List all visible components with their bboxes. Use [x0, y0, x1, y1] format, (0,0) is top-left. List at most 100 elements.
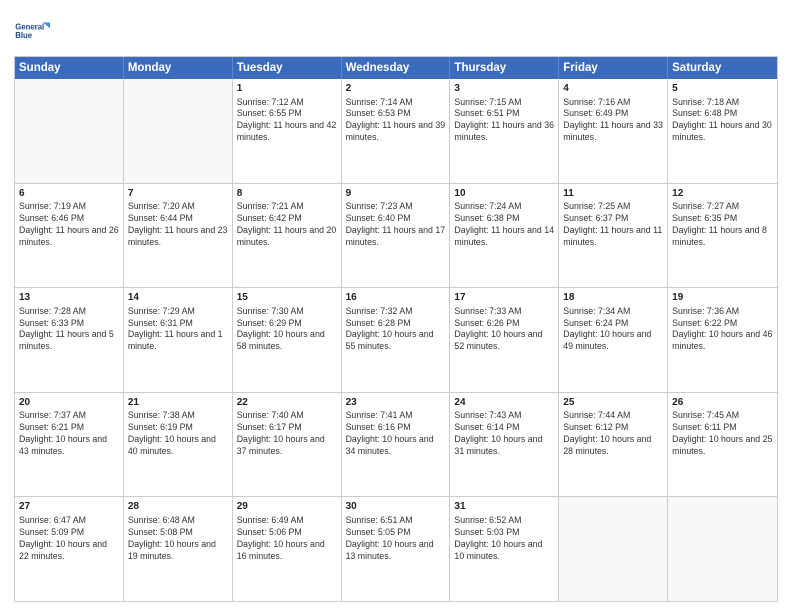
calendar-week-2: 6Sunrise: 7:19 AM Sunset: 6:46 PM Daylig… [15, 184, 777, 289]
day-number: 28 [128, 500, 228, 514]
cell-sun-info: Sunrise: 7:41 AM Sunset: 6:16 PM Dayligh… [346, 410, 446, 458]
empty-cell [559, 497, 668, 601]
calendar-week-3: 13Sunrise: 7:28 AM Sunset: 6:33 PM Dayli… [15, 288, 777, 393]
day-cell-29: 29Sunrise: 6:49 AM Sunset: 5:06 PM Dayli… [233, 497, 342, 601]
day-number: 12 [672, 187, 773, 201]
cell-sun-info: Sunrise: 7:12 AM Sunset: 6:55 PM Dayligh… [237, 97, 337, 145]
day-header-saturday: Saturday [668, 57, 777, 79]
cell-sun-info: Sunrise: 6:49 AM Sunset: 5:06 PM Dayligh… [237, 515, 337, 563]
empty-cell [124, 79, 233, 183]
svg-text:General: General [15, 23, 44, 32]
day-number: 19 [672, 291, 773, 305]
cell-sun-info: Sunrise: 6:52 AM Sunset: 5:03 PM Dayligh… [454, 515, 554, 563]
day-cell-21: 21Sunrise: 7:38 AM Sunset: 6:19 PM Dayli… [124, 393, 233, 497]
day-cell-7: 7Sunrise: 7:20 AM Sunset: 6:44 PM Daylig… [124, 184, 233, 288]
day-cell-3: 3Sunrise: 7:15 AM Sunset: 6:51 PM Daylig… [450, 79, 559, 183]
day-number: 30 [346, 500, 446, 514]
day-cell-14: 14Sunrise: 7:29 AM Sunset: 6:31 PM Dayli… [124, 288, 233, 392]
day-cell-9: 9Sunrise: 7:23 AM Sunset: 6:40 PM Daylig… [342, 184, 451, 288]
day-cell-31: 31Sunrise: 6:52 AM Sunset: 5:03 PM Dayli… [450, 497, 559, 601]
calendar-week-5: 27Sunrise: 6:47 AM Sunset: 5:09 PM Dayli… [15, 497, 777, 601]
day-header-tuesday: Tuesday [233, 57, 342, 79]
cell-sun-info: Sunrise: 7:21 AM Sunset: 6:42 PM Dayligh… [237, 201, 337, 249]
day-header-wednesday: Wednesday [342, 57, 451, 79]
day-cell-8: 8Sunrise: 7:21 AM Sunset: 6:42 PM Daylig… [233, 184, 342, 288]
day-number: 25 [563, 396, 663, 410]
cell-sun-info: Sunrise: 7:16 AM Sunset: 6:49 PM Dayligh… [563, 97, 663, 145]
day-number: 15 [237, 291, 337, 305]
calendar-header-row: SundayMondayTuesdayWednesdayThursdayFrid… [15, 57, 777, 79]
day-number: 26 [672, 396, 773, 410]
cell-sun-info: Sunrise: 7:24 AM Sunset: 6:38 PM Dayligh… [454, 201, 554, 249]
day-number: 2 [346, 82, 446, 96]
cell-sun-info: Sunrise: 6:47 AM Sunset: 5:09 PM Dayligh… [19, 515, 119, 563]
day-cell-15: 15Sunrise: 7:30 AM Sunset: 6:29 PM Dayli… [233, 288, 342, 392]
day-cell-12: 12Sunrise: 7:27 AM Sunset: 6:35 PM Dayli… [668, 184, 777, 288]
day-number: 21 [128, 396, 228, 410]
cell-sun-info: Sunrise: 7:32 AM Sunset: 6:28 PM Dayligh… [346, 306, 446, 354]
day-number: 13 [19, 291, 119, 305]
day-header-friday: Friday [559, 57, 668, 79]
svg-text:Blue: Blue [15, 31, 33, 40]
day-cell-11: 11Sunrise: 7:25 AM Sunset: 6:37 PM Dayli… [559, 184, 668, 288]
day-number: 22 [237, 396, 337, 410]
calendar-body: 1Sunrise: 7:12 AM Sunset: 6:55 PM Daylig… [15, 79, 777, 601]
cell-sun-info: Sunrise: 7:37 AM Sunset: 6:21 PM Dayligh… [19, 410, 119, 458]
day-cell-26: 26Sunrise: 7:45 AM Sunset: 6:11 PM Dayli… [668, 393, 777, 497]
day-number: 20 [19, 396, 119, 410]
calendar: SundayMondayTuesdayWednesdayThursdayFrid… [14, 56, 778, 602]
day-number: 7 [128, 187, 228, 201]
calendar-week-4: 20Sunrise: 7:37 AM Sunset: 6:21 PM Dayli… [15, 393, 777, 498]
day-header-monday: Monday [124, 57, 233, 79]
day-number: 6 [19, 187, 119, 201]
day-cell-28: 28Sunrise: 6:48 AM Sunset: 5:08 PM Dayli… [124, 497, 233, 601]
day-number: 4 [563, 82, 663, 96]
day-cell-4: 4Sunrise: 7:16 AM Sunset: 6:49 PM Daylig… [559, 79, 668, 183]
day-cell-23: 23Sunrise: 7:41 AM Sunset: 6:16 PM Dayli… [342, 393, 451, 497]
cell-sun-info: Sunrise: 7:33 AM Sunset: 6:26 PM Dayligh… [454, 306, 554, 354]
cell-sun-info: Sunrise: 7:40 AM Sunset: 6:17 PM Dayligh… [237, 410, 337, 458]
cell-sun-info: Sunrise: 7:38 AM Sunset: 6:19 PM Dayligh… [128, 410, 228, 458]
day-number: 24 [454, 396, 554, 410]
day-number: 23 [346, 396, 446, 410]
day-cell-27: 27Sunrise: 6:47 AM Sunset: 5:09 PM Dayli… [15, 497, 124, 601]
day-number: 11 [563, 187, 663, 201]
day-number: 9 [346, 187, 446, 201]
day-cell-19: 19Sunrise: 7:36 AM Sunset: 6:22 PM Dayli… [668, 288, 777, 392]
day-cell-6: 6Sunrise: 7:19 AM Sunset: 6:46 PM Daylig… [15, 184, 124, 288]
day-cell-24: 24Sunrise: 7:43 AM Sunset: 6:14 PM Dayli… [450, 393, 559, 497]
cell-sun-info: Sunrise: 7:30 AM Sunset: 6:29 PM Dayligh… [237, 306, 337, 354]
day-cell-30: 30Sunrise: 6:51 AM Sunset: 5:05 PM Dayli… [342, 497, 451, 601]
cell-sun-info: Sunrise: 7:23 AM Sunset: 6:40 PM Dayligh… [346, 201, 446, 249]
day-cell-25: 25Sunrise: 7:44 AM Sunset: 6:12 PM Dayli… [559, 393, 668, 497]
day-number: 17 [454, 291, 554, 305]
day-cell-16: 16Sunrise: 7:32 AM Sunset: 6:28 PM Dayli… [342, 288, 451, 392]
cell-sun-info: Sunrise: 7:28 AM Sunset: 6:33 PM Dayligh… [19, 306, 119, 354]
cell-sun-info: Sunrise: 7:44 AM Sunset: 6:12 PM Dayligh… [563, 410, 663, 458]
day-header-thursday: Thursday [450, 57, 559, 79]
cell-sun-info: Sunrise: 7:14 AM Sunset: 6:53 PM Dayligh… [346, 97, 446, 145]
cell-sun-info: Sunrise: 7:36 AM Sunset: 6:22 PM Dayligh… [672, 306, 773, 354]
day-number: 8 [237, 187, 337, 201]
day-number: 14 [128, 291, 228, 305]
day-number: 29 [237, 500, 337, 514]
cell-sun-info: Sunrise: 7:18 AM Sunset: 6:48 PM Dayligh… [672, 97, 773, 145]
cell-sun-info: Sunrise: 7:19 AM Sunset: 6:46 PM Dayligh… [19, 201, 119, 249]
day-cell-5: 5Sunrise: 7:18 AM Sunset: 6:48 PM Daylig… [668, 79, 777, 183]
day-cell-20: 20Sunrise: 7:37 AM Sunset: 6:21 PM Dayli… [15, 393, 124, 497]
day-number: 27 [19, 500, 119, 514]
day-number: 31 [454, 500, 554, 514]
day-number: 10 [454, 187, 554, 201]
cell-sun-info: Sunrise: 7:29 AM Sunset: 6:31 PM Dayligh… [128, 306, 228, 354]
cell-sun-info: Sunrise: 7:34 AM Sunset: 6:24 PM Dayligh… [563, 306, 663, 354]
logo-svg: General Blue [14, 14, 50, 50]
day-cell-1: 1Sunrise: 7:12 AM Sunset: 6:55 PM Daylig… [233, 79, 342, 183]
logo: General Blue [14, 14, 50, 50]
day-cell-17: 17Sunrise: 7:33 AM Sunset: 6:26 PM Dayli… [450, 288, 559, 392]
empty-cell [668, 497, 777, 601]
day-cell-13: 13Sunrise: 7:28 AM Sunset: 6:33 PM Dayli… [15, 288, 124, 392]
cell-sun-info: Sunrise: 6:51 AM Sunset: 5:05 PM Dayligh… [346, 515, 446, 563]
day-number: 5 [672, 82, 773, 96]
calendar-week-1: 1Sunrise: 7:12 AM Sunset: 6:55 PM Daylig… [15, 79, 777, 184]
day-number: 18 [563, 291, 663, 305]
